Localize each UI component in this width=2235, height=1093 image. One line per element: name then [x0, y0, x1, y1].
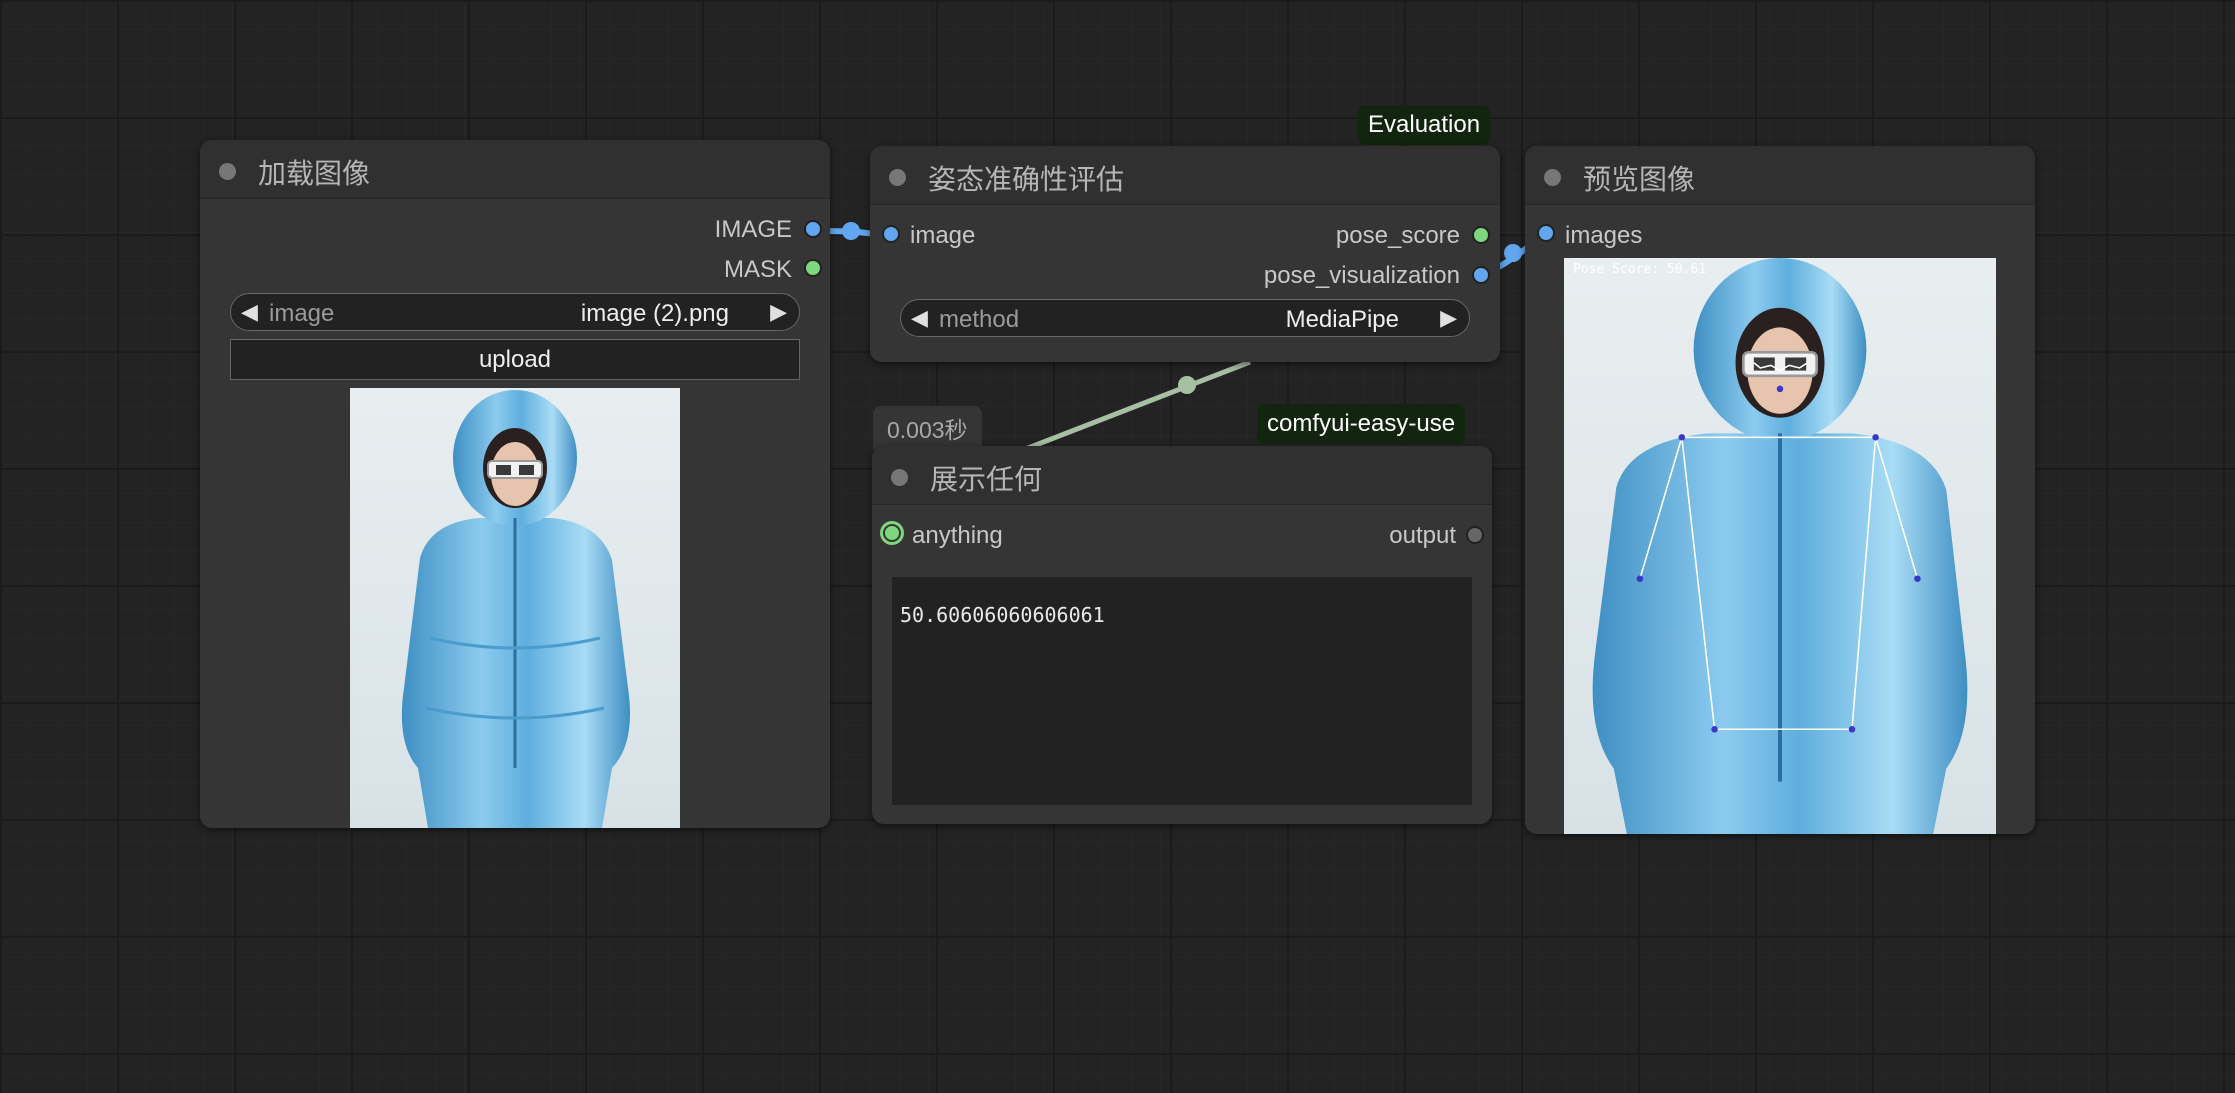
input-port-image[interactable] [882, 225, 900, 243]
show-anything-node[interactable]: 展示任何 anything output 50.60606060606061 [872, 446, 1492, 824]
upload-button-label: upload [478, 346, 552, 373]
output-label-output: output [1389, 522, 1456, 549]
input-label-anything: anything [912, 522, 1003, 549]
method-select-value: MediaPipe [1285, 306, 1399, 333]
output-label-pose-visualization: pose_visualization [1263, 262, 1460, 289]
link-image-midpoint[interactable] [842, 222, 860, 240]
input-port-images[interactable] [1537, 224, 1555, 242]
collapse-dot-icon[interactable] [219, 163, 236, 180]
preview-image-node-header[interactable]: 预览图像 [1525, 146, 2035, 205]
node-title: 姿态准确性评估 [928, 163, 1125, 196]
node-badge-comfyui-easy-use: comfyui-easy-use [1257, 404, 1466, 444]
collapse-dot-icon[interactable] [891, 469, 908, 486]
load-image-node[interactable]: 加载图像 IMAGE MASK ◀ image image (2).png ▶ … [200, 140, 830, 828]
upload-button[interactable]: upload [230, 339, 800, 380]
load-image-node-header[interactable]: 加载图像 [200, 140, 830, 199]
link-pose-visualization-midpoint[interactable] [1504, 244, 1522, 262]
loaded-image-preview [350, 388, 680, 828]
pose-visualization-preview: Pose Score: 50.61 [1564, 258, 1996, 834]
input-port-anything[interactable] [883, 524, 901, 542]
chevron-left-icon[interactable]: ◀ [241, 299, 258, 325]
pose-score-overlay-text: Pose Score: 50.61 [1573, 262, 1707, 277]
execution-time-badge: 0.003秒 [873, 406, 982, 450]
show-anything-node-header[interactable]: 展示任何 [872, 446, 1492, 505]
output-port-pose-score[interactable] [1472, 226, 1490, 244]
chevron-right-icon[interactable]: ▶ [1440, 305, 1457, 331]
text-display-area[interactable]: 50.60606060606061 [892, 577, 1472, 805]
output-label-image: IMAGE [714, 216, 792, 243]
image-select-value: image (2).png [580, 300, 729, 327]
output-port-mask[interactable] [804, 259, 822, 277]
node-title: 预览图像 [1583, 163, 1696, 196]
output-port-output[interactable] [1466, 526, 1484, 544]
chevron-right-icon[interactable]: ▶ [770, 299, 787, 325]
text-display-value: 50.60606060606061 [900, 603, 1105, 627]
input-label-image: image [910, 222, 976, 249]
output-label-mask: MASK [723, 256, 792, 283]
node-title: 加载图像 [258, 157, 371, 190]
output-label-pose-score: pose_score [1335, 222, 1460, 249]
method-select-name: method [939, 306, 1020, 333]
preview-image-node[interactable]: 预览图像 images Pose Score: 50.61 [1525, 146, 2035, 834]
input-label-images: images [1565, 222, 1643, 249]
collapse-dot-icon[interactable] [889, 169, 906, 186]
link-pose-score-midpoint[interactable] [1178, 376, 1196, 394]
node-badge-evaluation: Evaluation [1358, 105, 1491, 145]
output-port-image[interactable] [804, 220, 822, 238]
collapse-dot-icon[interactable] [1544, 169, 1561, 186]
person-figure-icon [401, 390, 630, 828]
link-pose-score[interactable] [1009, 359, 1251, 458]
chevron-left-icon[interactable]: ◀ [911, 305, 928, 331]
pose-eval-node[interactable]: 姿态准确性评估 image pose_score pose_visualizat… [870, 146, 1500, 362]
node-title: 展示任何 [930, 463, 1043, 496]
image-select[interactable]: ◀ image image (2).png ▶ [230, 293, 800, 331]
pose-skeleton-figure-icon [1592, 258, 1968, 834]
output-port-pose-visualization[interactable] [1472, 266, 1490, 284]
image-select-name: image [269, 300, 335, 327]
method-select[interactable]: ◀ method MediaPipe ▶ [900, 299, 1470, 337]
pose-eval-node-header[interactable]: 姿态准确性评估 [870, 146, 1500, 205]
